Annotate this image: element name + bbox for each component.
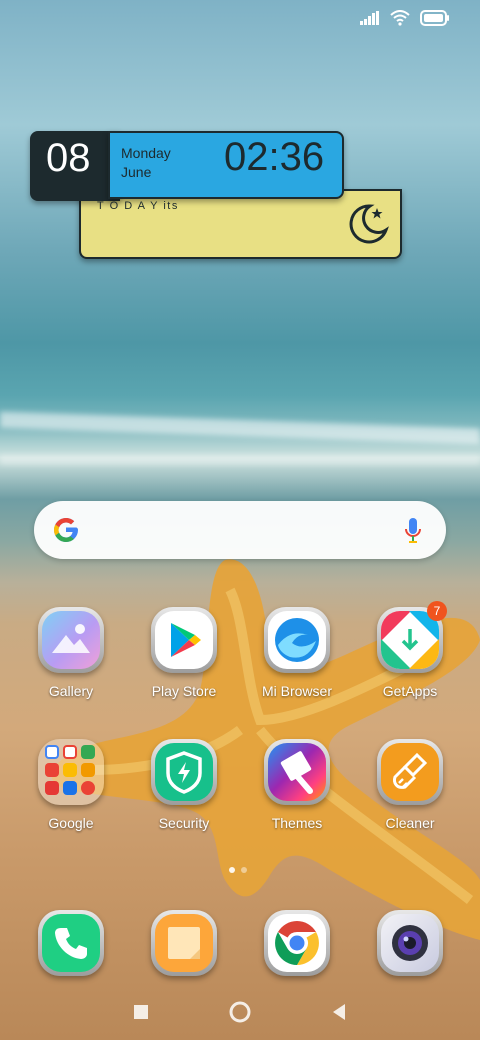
recents-button[interactable]	[132, 998, 150, 1026]
app-label: GetApps	[382, 683, 438, 699]
play-store-icon	[155, 611, 213, 669]
themes-icon	[268, 743, 326, 801]
phone-icon	[42, 914, 100, 972]
widget-time: 02:36	[224, 135, 325, 179]
dock-notes[interactable]	[134, 910, 234, 976]
dock-chrome[interactable]	[247, 910, 347, 976]
moon-star-icon	[349, 204, 389, 244]
dock-camera[interactable]	[360, 910, 460, 976]
app-cleaner[interactable]: Cleaner	[360, 739, 460, 831]
app-themes[interactable]: Themes	[247, 739, 347, 831]
app-label: Security	[158, 815, 210, 831]
app-label: Google	[48, 815, 94, 831]
mi-browser-icon	[268, 611, 326, 669]
page-indicator	[229, 867, 247, 873]
home-button[interactable]	[228, 998, 252, 1026]
page-dot	[241, 867, 247, 873]
app-label: Gallery	[48, 683, 94, 699]
widget-note: T O D A Y its	[97, 200, 179, 212]
security-icon	[155, 743, 213, 801]
app-label: Themes	[271, 815, 323, 831]
cleaner-icon	[381, 743, 439, 801]
app-label: Mi Browser	[261, 683, 332, 699]
google-g-icon	[54, 518, 78, 542]
status-bar	[360, 10, 450, 26]
google-search-bar[interactable]	[34, 501, 446, 559]
google-folder-icon	[38, 739, 104, 805]
dock-phone[interactable]	[21, 910, 121, 976]
notes-icon	[155, 914, 213, 972]
app-play-store[interactable]: Play Store	[134, 607, 234, 699]
camera-icon	[381, 914, 439, 972]
app-getapps[interactable]: 7 GetApps	[360, 601, 460, 699]
widget-day: 08	[46, 136, 91, 180]
widget-weekday: Monday	[121, 145, 171, 161]
app-label: Cleaner	[385, 815, 435, 831]
wifi-icon	[390, 10, 410, 26]
battery-icon	[420, 10, 449, 26]
back-button[interactable]	[330, 998, 348, 1026]
chrome-icon	[268, 914, 326, 972]
page-dot-active	[229, 867, 235, 873]
folder-google[interactable]: Google	[21, 739, 121, 831]
notification-badge: 7	[427, 601, 447, 621]
app-mi-browser[interactable]: Mi Browser	[247, 607, 347, 699]
getapps-icon	[381, 611, 439, 669]
app-security[interactable]: Security	[134, 739, 234, 831]
gallery-icon	[42, 611, 100, 669]
signal-icon	[360, 11, 379, 25]
app-gallery[interactable]: Gallery	[21, 607, 121, 699]
widget-month: June	[121, 164, 152, 180]
app-label: Play Store	[151, 683, 217, 699]
microphone-icon[interactable]	[404, 517, 422, 545]
navigation-bar	[0, 990, 480, 1034]
